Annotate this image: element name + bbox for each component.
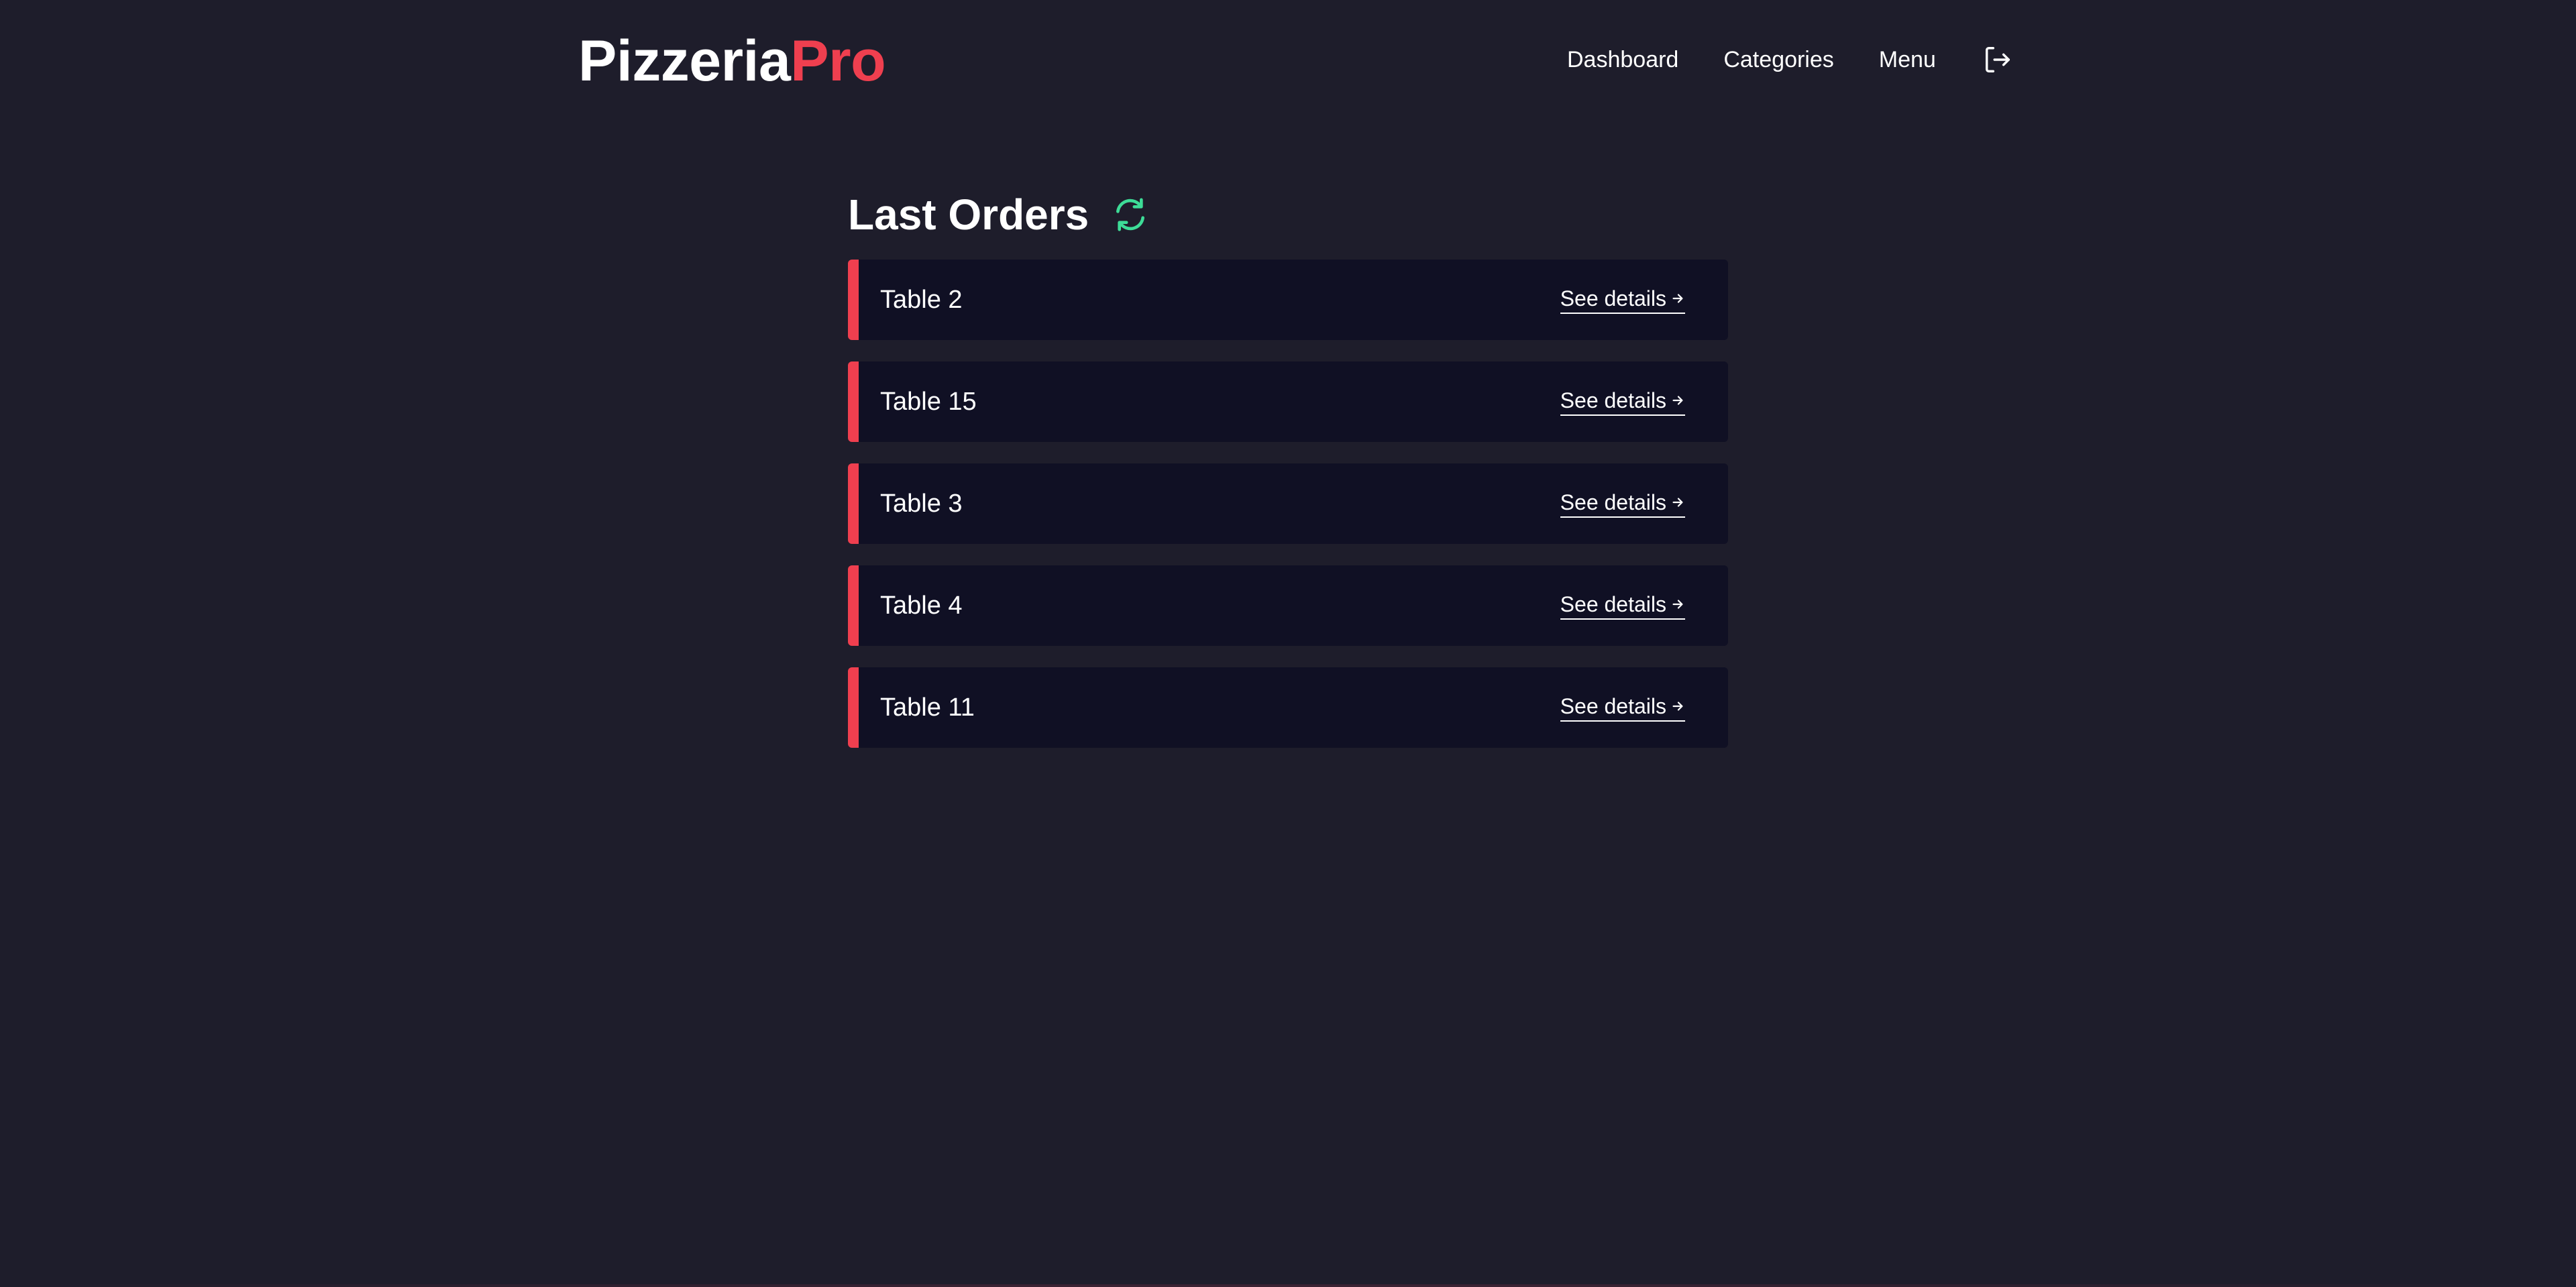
see-details-link[interactable]: See details bbox=[1560, 694, 1685, 722]
order-table-label: Table 2 bbox=[880, 285, 963, 314]
order-card: Table 3 See details bbox=[848, 463, 1728, 544]
arrow-right-icon bbox=[1672, 600, 1683, 609]
arrow-right-icon bbox=[1672, 498, 1683, 507]
see-details-label: See details bbox=[1560, 286, 1666, 311]
arrow-right-icon bbox=[1672, 396, 1683, 405]
nav-menu[interactable]: Menu bbox=[1879, 40, 1936, 79]
title-row: Last Orders bbox=[848, 188, 1728, 241]
order-card: Table 11 See details bbox=[848, 667, 1728, 748]
arrow-right-icon bbox=[1672, 702, 1683, 711]
page: PizzeriaPro Dashboard Categories Menu La… bbox=[0, 0, 2576, 1287]
order-card: Table 4 See details bbox=[848, 565, 1728, 646]
see-details-link[interactable]: See details bbox=[1560, 388, 1685, 416]
top-nav: Dashboard Categories Menu bbox=[1567, 40, 2012, 79]
main-content: Last Orders Table 2 See details Table 15… bbox=[848, 188, 1728, 748]
brand-logo[interactable]: PizzeriaPro bbox=[578, 28, 886, 94]
brand-name-accent: Pro bbox=[790, 29, 886, 93]
order-table-label: Table 15 bbox=[880, 387, 977, 416]
order-card: Table 2 See details bbox=[848, 260, 1728, 340]
orders-list: Table 2 See details Table 15 See details… bbox=[848, 260, 1728, 748]
see-details-label: See details bbox=[1560, 693, 1666, 718]
order-table-label: Table 4 bbox=[880, 591, 963, 620]
see-details-label: See details bbox=[1560, 490, 1666, 514]
logout-icon[interactable] bbox=[1982, 44, 2012, 75]
arrow-right-icon bbox=[1672, 294, 1683, 303]
nav-dashboard[interactable]: Dashboard bbox=[1567, 40, 1678, 79]
bottom-divider bbox=[0, 1284, 2576, 1287]
see-details-link[interactable]: See details bbox=[1560, 286, 1685, 314]
header: PizzeriaPro Dashboard Categories Menu bbox=[0, 0, 2576, 121]
brand-name-main: Pizzeria bbox=[578, 29, 791, 93]
see-details-link[interactable]: See details bbox=[1560, 592, 1685, 620]
refresh-icon[interactable] bbox=[1112, 196, 1149, 233]
nav-categories[interactable]: Categories bbox=[1723, 40, 1833, 79]
see-details-label: See details bbox=[1560, 592, 1666, 616]
order-table-label: Table 3 bbox=[880, 489, 963, 518]
see-details-label: See details bbox=[1560, 388, 1666, 412]
page-title: Last Orders bbox=[848, 190, 1089, 239]
order-card: Table 15 See details bbox=[848, 361, 1728, 442]
order-table-label: Table 11 bbox=[880, 693, 975, 722]
see-details-link[interactable]: See details bbox=[1560, 490, 1685, 518]
